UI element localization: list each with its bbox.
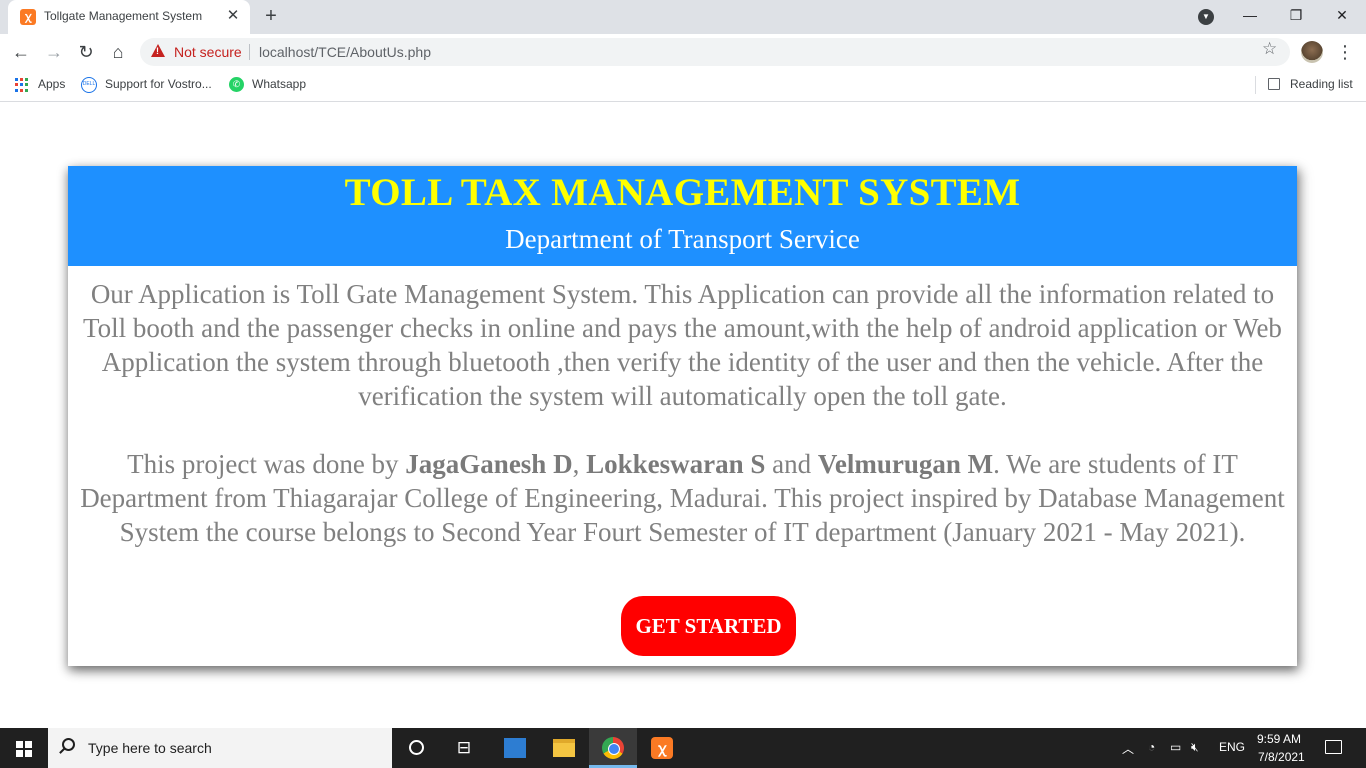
- language-indicator[interactable]: ENG: [1219, 740, 1245, 754]
- team-intro: This project was done by: [127, 449, 406, 479]
- browser-toolbar: ← → ↻ ⌂ Not secure localhost/TCE/AboutUs…: [0, 34, 1366, 70]
- team-separator: and: [765, 449, 818, 479]
- whatsapp-icon[interactable]: ✆: [229, 77, 244, 92]
- about-card: TOLL TAX MANAGEMENT SYSTEM Department of…: [68, 166, 1297, 666]
- file-explorer-icon[interactable]: [553, 739, 575, 757]
- windows-taskbar: Type here to search ⊟ ꭓ ︿ ◔ ▭ 🔇︎ ENG 9:5…: [0, 728, 1366, 768]
- url-text[interactable]: localhost/TCE/AboutUs.php: [259, 44, 431, 60]
- reload-icon[interactable]: ↻: [74, 40, 98, 64]
- team-paragraph: This project was done by JagaGanesh D, L…: [80, 447, 1285, 549]
- close-window-button[interactable]: ✕: [1319, 0, 1365, 30]
- xampp-favicon-icon: ꭓ: [20, 9, 36, 25]
- bookmark-whatsapp[interactable]: Whatsapp: [252, 77, 306, 91]
- security-label[interactable]: Not secure: [174, 44, 242, 60]
- volume-muted-icon[interactable]: 🔇︎: [1191, 740, 1199, 755]
- xampp-icon[interactable]: ꭓ: [651, 737, 673, 759]
- clock-time[interactable]: 9:59 AM: [1257, 732, 1301, 746]
- bookmark-star-icon[interactable]: ☆: [1262, 39, 1277, 59]
- home-icon[interactable]: ⌂: [106, 40, 130, 64]
- team-member-1: JagaGanesh D: [405, 449, 573, 479]
- page-subtitle: Department of Transport Service: [505, 224, 860, 254]
- search-placeholder: Type here to search: [88, 740, 212, 756]
- browser-tab[interactable]: ꭓ Tollgate Management System ✕: [8, 0, 250, 34]
- search-icon: [62, 738, 75, 751]
- more-menu-icon[interactable]: ⋮: [1336, 40, 1354, 64]
- bookmark-apps[interactable]: Apps: [38, 77, 65, 91]
- apps-grid-icon[interactable]: [15, 78, 29, 92]
- team-separator: ,: [572, 449, 587, 479]
- tab-search-icon[interactable]: ▼: [1198, 9, 1214, 25]
- address-bar[interactable]: Not secure localhost/TCE/AboutUs.php: [140, 38, 1290, 66]
- notification-icon[interactable]: [1325, 740, 1342, 754]
- taskbar-search[interactable]: Type here to search: [48, 728, 392, 768]
- back-arrow-icon[interactable]: ←: [9, 40, 33, 64]
- task-view-icon[interactable]: ⊟: [440, 728, 488, 768]
- bookmarks-bar: Apps DELL Support for Vostro... ✆ Whatsa…: [0, 70, 1366, 102]
- reading-list-icon[interactable]: [1268, 78, 1280, 90]
- maximize-button[interactable]: ❐: [1273, 0, 1319, 30]
- team-member-2: Lokkeswaran S: [586, 449, 766, 479]
- get-started-button[interactable]: GET STARTED: [621, 596, 796, 656]
- card-header: TOLL TAX MANAGEMENT SYSTEM Department of…: [68, 166, 1297, 266]
- start-button[interactable]: [0, 728, 48, 768]
- battery-icon[interactable]: ▭: [1170, 740, 1181, 754]
- profile-avatar[interactable]: [1301, 41, 1323, 63]
- tab-strip: ꭓ Tollgate Management System ✕ + ▼ — ❐ ✕: [0, 0, 1366, 34]
- warning-icon[interactable]: [151, 44, 165, 57]
- windows-logo-icon: [16, 741, 32, 757]
- dell-icon[interactable]: DELL: [81, 77, 97, 93]
- tab-title: Tollgate Management System: [44, 9, 203, 23]
- show-hidden-icons-icon[interactable]: ︿: [1122, 740, 1134, 757]
- new-tab-button[interactable]: +: [260, 5, 282, 27]
- clock-date[interactable]: 7/8/2021: [1258, 750, 1305, 764]
- bookmarks-divider: [1255, 76, 1256, 94]
- forward-arrow-icon[interactable]: →: [42, 40, 66, 64]
- omnibox-divider: [249, 44, 250, 60]
- tab-close-icon[interactable]: ✕: [224, 7, 242, 25]
- wifi-icon[interactable]: ◔: [1148, 740, 1155, 754]
- chrome-icon[interactable]: [602, 737, 624, 759]
- reading-list-button[interactable]: Reading list: [1290, 77, 1353, 91]
- page-title: TOLL TAX MANAGEMENT SYSTEM: [344, 171, 1021, 214]
- photos-app-icon[interactable]: [504, 738, 526, 758]
- team-member-3: Velmurugan M: [817, 449, 994, 479]
- bookmark-support[interactable]: Support for Vostro...: [105, 77, 212, 91]
- cortana-icon[interactable]: [409, 740, 424, 755]
- minimize-button[interactable]: —: [1227, 0, 1273, 30]
- about-paragraph: Our Application is Toll Gate Management …: [83, 279, 1282, 411]
